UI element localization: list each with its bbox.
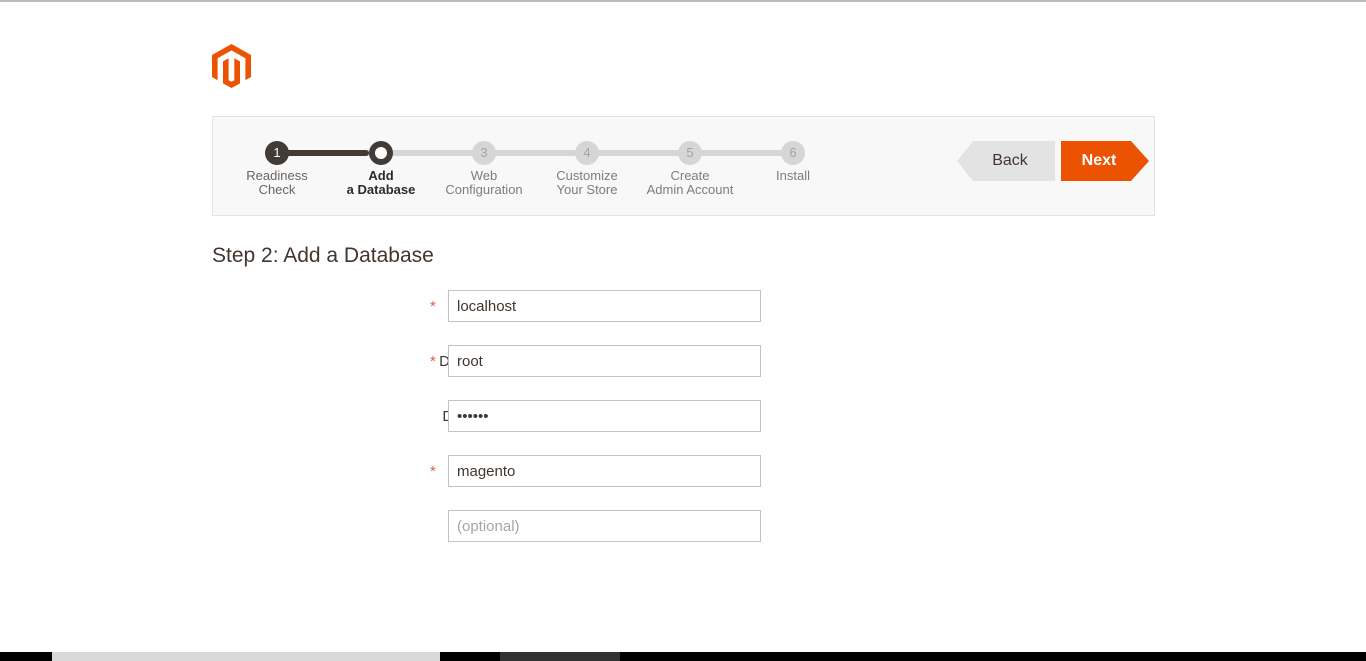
database-server-host-input[interactable] xyxy=(448,290,761,322)
top-divider xyxy=(0,0,1366,2)
step-label-4-line2: Your Store xyxy=(556,182,618,197)
required-marker-database-server-username: * xyxy=(430,353,436,370)
bottom-taskbar xyxy=(0,652,1366,661)
database-form: Database Server Host * Database Server U… xyxy=(212,290,772,565)
step-label-3-line1: Web xyxy=(470,168,498,183)
database-server-username-input[interactable] xyxy=(448,345,761,377)
table-prefix-input[interactable] xyxy=(448,510,761,542)
step-label-4-line1: Customize xyxy=(556,168,618,183)
step-label-5-line1: Create xyxy=(670,168,710,183)
field-row-database-server-host: Database Server Host * xyxy=(212,290,772,345)
step-indicator: 1 Readiness Check 2 Add a Database 3 Web… xyxy=(213,117,833,217)
step-circle-4[interactable]: 4 xyxy=(575,141,599,165)
database-name-input[interactable] xyxy=(448,455,761,487)
step-label-1-line2: Check xyxy=(258,182,296,197)
step-circle-5[interactable]: 5 xyxy=(678,141,702,165)
step-circle-3[interactable]: 3 xyxy=(472,141,496,165)
installer-page: 1 Readiness Check 2 Add a Database 3 Web… xyxy=(0,0,1366,661)
next-button[interactable]: Next xyxy=(1061,141,1149,181)
field-row-table-prefix: Table prefix xyxy=(212,510,772,565)
database-server-password-input[interactable] xyxy=(448,400,761,432)
step-label-2-line1: Add xyxy=(368,168,394,183)
step-circle-2[interactable]: 2 xyxy=(369,141,393,165)
taskbar-segment-dark xyxy=(500,652,620,661)
back-button[interactable]: Back xyxy=(957,141,1055,181)
wizard-nav-buttons: Back Next xyxy=(957,141,1157,181)
field-row-database-server-username: Database Server Username * xyxy=(212,345,772,400)
field-row-database-server-password: Database Server Password xyxy=(212,400,772,455)
field-row-database-name: Database Name * xyxy=(212,455,772,510)
required-marker-database-name: * xyxy=(430,463,436,480)
installer-stepper-panel: 1 Readiness Check 2 Add a Database 3 Web… xyxy=(212,116,1155,216)
step-circle-1[interactable]: 1 xyxy=(265,141,289,165)
step-circle-6[interactable]: 6 xyxy=(781,141,805,165)
taskbar-segment-light xyxy=(52,652,440,661)
magento-logo-icon xyxy=(212,44,252,88)
step-label-5-line2: Admin Account xyxy=(646,182,734,197)
page-title: Step 2: Add a Database xyxy=(212,244,434,267)
taskbar-segment-start xyxy=(0,652,52,661)
step-label-2-line2: a Database xyxy=(346,182,416,197)
step-label-1-line1: Readiness xyxy=(246,168,308,183)
step-label-6-line1: Install xyxy=(776,168,810,183)
step-label-6: Install xyxy=(718,169,868,183)
required-marker-database-server-host: * xyxy=(430,298,436,315)
